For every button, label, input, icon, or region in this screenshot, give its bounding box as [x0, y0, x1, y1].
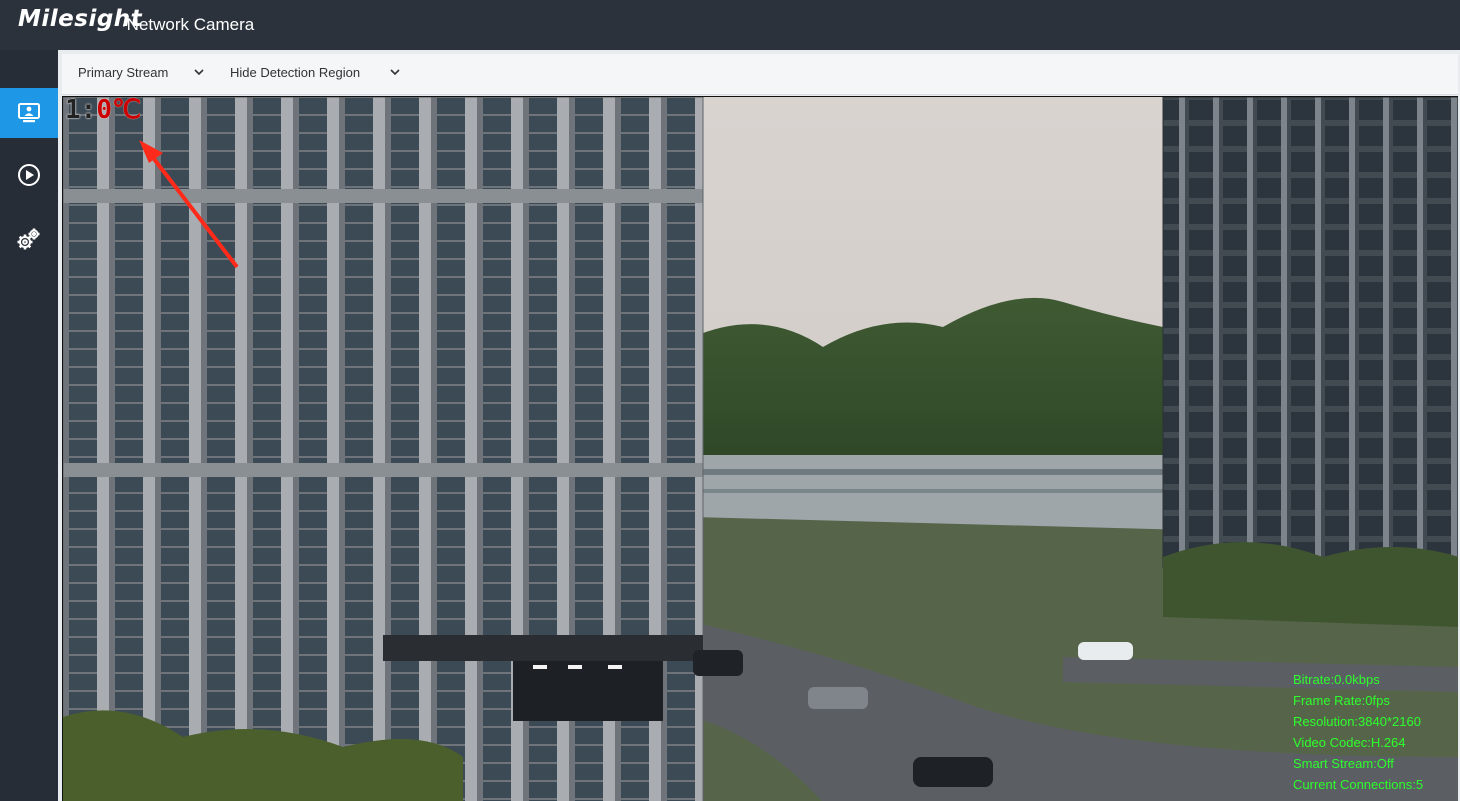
monitor-user-icon — [18, 103, 40, 123]
stream-select-value: Primary Stream — [78, 65, 169, 80]
stat-smart-stream: Smart Stream:Off — [1293, 756, 1394, 771]
camera-scene — [63, 97, 1458, 801]
play-circle-icon — [18, 164, 40, 186]
stat-frame-rate: Frame Rate:0fps — [1293, 693, 1390, 708]
sidebar — [0, 50, 58, 801]
osd-channel: 1: — [65, 96, 97, 125]
chevron-down-icon — [194, 69, 204, 76]
stream-toolbar: Primary Stream Hide Detection Region — [62, 54, 1458, 95]
live-video-view[interactable]: 1:0℃ Bitrate:0.0kbps Frame Rate:0fps Res… — [62, 96, 1458, 801]
stat-resolution: Resolution:3840*2160 — [1293, 714, 1421, 729]
stream-select[interactable]: Primary Stream — [78, 65, 204, 80]
nav-live-view[interactable] — [0, 88, 58, 138]
chevron-down-icon — [390, 69, 400, 76]
temperature-osd: 1:0℃ — [65, 96, 142, 125]
detection-region-value: Hide Detection Region — [230, 65, 361, 80]
detection-region-select[interactable]: Hide Detection Region — [230, 65, 402, 80]
gears-icon — [17, 228, 40, 250]
nav-settings[interactable] — [0, 214, 58, 264]
stream-stats-overlay: Bitrate:0.0kbps Frame Rate:0fps Resoluti… — [1293, 669, 1423, 795]
app-header: Milesight ·Network Camera — [0, 0, 1460, 50]
product-name: ·Network Camera — [121, 15, 255, 34]
stat-bitrate: Bitrate:0.0kbps — [1293, 672, 1380, 687]
nav-playback[interactable] — [0, 150, 58, 200]
stat-current-connections: Current Connections:5 — [1293, 777, 1424, 792]
stat-video-codec: Video Codec:H.264 — [1293, 735, 1406, 750]
osd-temperature-value: 0℃ — [96, 96, 142, 125]
